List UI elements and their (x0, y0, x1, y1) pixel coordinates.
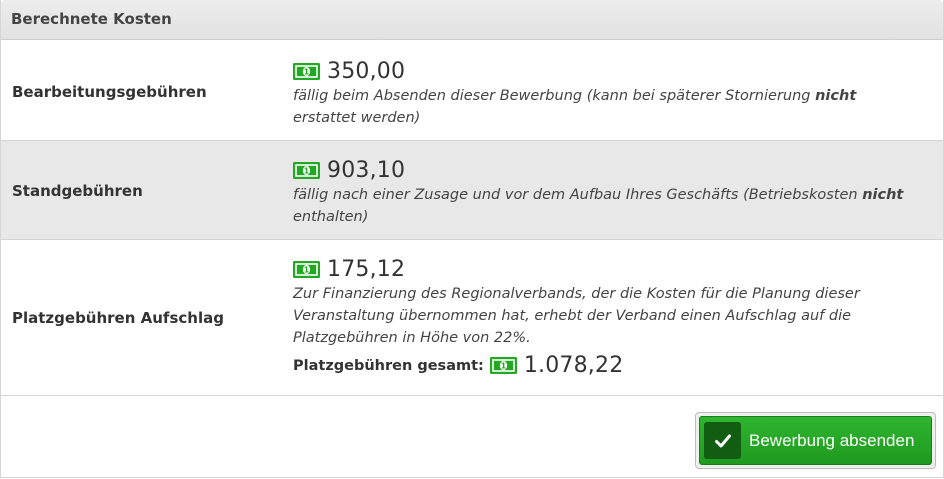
row-note: fällig nach einer Zusage und vor dem Auf… (293, 184, 913, 228)
row-content: 1 175,12 Zur Finanzierung des Regionalve… (293, 255, 913, 378)
money-icon: 1 (489, 357, 517, 374)
note-emphasis: nicht (815, 88, 857, 104)
note-emphasis: nicht (862, 187, 904, 203)
amount-line: 1 175,12 (293, 255, 913, 283)
svg-text:1: 1 (501, 362, 506, 371)
panel-title: Berechnete Kosten (1, 0, 943, 40)
note-text-end: enthalten) (293, 209, 369, 225)
svg-text:1: 1 (304, 67, 309, 76)
submit-application-button[interactable]: Bewerbung absenden (699, 416, 932, 465)
money-icon: 1 (293, 62, 320, 80)
cost-row-surcharge: Platzgebühren Aufschlag 1 175,12 Zur Fin… (1, 240, 943, 396)
svg-text:1: 1 (304, 265, 309, 274)
row-label: Platzgebühren Aufschlag (12, 309, 224, 327)
row-content: 1 350,00 fällig beim Absenden dieser Bew… (293, 57, 913, 129)
total-line: Platzgebühren gesamt: 1 1.078,22 (293, 353, 913, 378)
submit-button-frame: Bewerbung absenden (695, 412, 936, 469)
cost-row-processing: Bearbeitungsgebühren 1 350,00 fällig bei… (1, 41, 943, 141)
amount-value: 175,12 (327, 256, 406, 282)
amount-line: 1 903,10 (293, 156, 913, 184)
row-label: Standgebühren (12, 182, 143, 200)
amount-value: 903,10 (327, 157, 406, 183)
amount-line: 1 350,00 (293, 57, 913, 85)
note-text: fällig beim Absenden dieser Bewerbung (k… (293, 88, 816, 104)
check-icon (704, 422, 741, 459)
note-text-end: erstattet werden) (293, 110, 421, 126)
money-icon: 1 (293, 161, 320, 179)
costs-panel: Berechnete Kosten Bearbeitungsgebühren 1… (0, 0, 944, 478)
note-text: fällig nach einer Zusage und vor dem Auf… (293, 187, 863, 203)
amount-value: 350,00 (327, 58, 406, 84)
row-note: fällig beim Absenden dieser Bewerbung (k… (293, 85, 913, 129)
total-amount-value: 1.078,22 (523, 353, 624, 378)
svg-text:1: 1 (304, 166, 309, 175)
row-label: Bearbeitungsgebühren (12, 83, 207, 101)
total-label: Platzgebühren gesamt: (293, 357, 484, 374)
row-note: Zur Finanzierung des Regionalverbands, d… (293, 286, 860, 346)
row-content: 1 903,10 fällig nach einer Zusage und vo… (293, 156, 913, 228)
submit-button-label: Bewerbung absenden (749, 430, 915, 450)
money-icon: 1 (293, 260, 320, 278)
cost-row-stand: Standgebühren 1 903,10 fällig nach einer… (1, 141, 943, 240)
